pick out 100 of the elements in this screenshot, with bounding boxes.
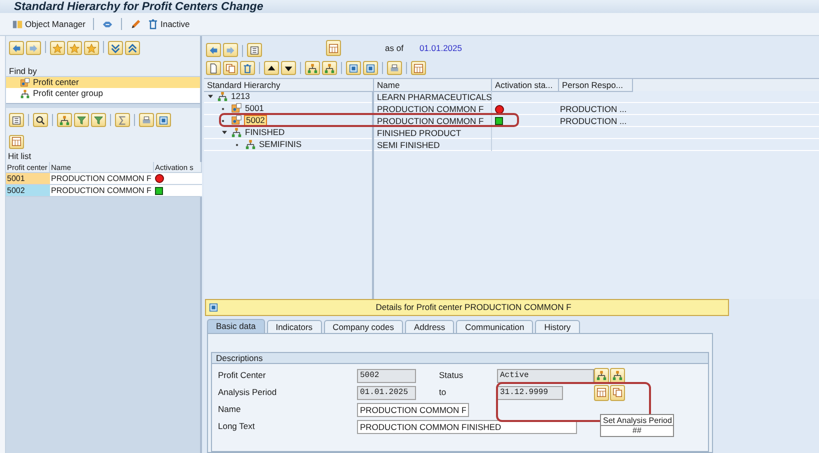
expand-button[interactable] [108, 41, 123, 55]
field-label: Analysis Period [218, 386, 278, 399]
tree-node[interactable]: SEMIFINIS [258, 138, 303, 151]
tab[interactable]: Indicators [266, 320, 322, 333]
table-icon [11, 136, 22, 147]
trash-icon [147, 18, 160, 30]
favorite-edit-button[interactable] [84, 41, 99, 55]
star-icon [86, 42, 97, 54]
table-icon [413, 62, 424, 74]
field-label: Profit Center [218, 369, 267, 382]
field-label: Name [218, 403, 242, 416]
tree-node[interactable]: FINISHED [244, 126, 286, 139]
profit-center-icon [231, 115, 242, 126]
table-cell: PRODUCTION COMMON F [50, 185, 154, 197]
find-by-item[interactable]: Profit center [6, 77, 200, 88]
filter-icon [76, 114, 87, 126]
square-icon [208, 302, 219, 313]
column-header: Name [374, 79, 492, 92]
set-period-button[interactable] [610, 384, 625, 400]
copy-button[interactable] [223, 61, 238, 75]
arrow-right-icon [225, 44, 236, 56]
hierarchy-icon [59, 114, 70, 126]
details-title: Details for Profit center PRODUCTION COMMON F [374, 301, 572, 314]
table-icon [596, 387, 607, 398]
star-icon [69, 42, 80, 54]
trash-icon [242, 62, 253, 74]
tab[interactable]: Basic data [207, 319, 265, 333]
tree-node[interactable]: 1213 [230, 90, 251, 103]
collapse-all-button[interactable] [363, 61, 378, 75]
add-node-button[interactable] [305, 61, 320, 75]
sum-button[interactable] [115, 113, 130, 127]
tooltip: Set Analysis Period [600, 414, 674, 426]
table-cell: PRODUCTION COMMON F [50, 173, 154, 185]
move-up-button[interactable] [264, 61, 279, 75]
readonly-field: 5002 [357, 368, 416, 382]
expand-all-button[interactable] [346, 61, 361, 75]
table-cell: SEMI FINISHED [374, 139, 492, 151]
column-header: Person Respo... [559, 79, 633, 92]
input-field[interactable]: PRODUCTION COMMON F [357, 402, 469, 416]
assign-button[interactable] [594, 368, 609, 384]
print-button[interactable] [139, 113, 154, 127]
add-child-button[interactable] [322, 61, 337, 75]
sort-filter-button[interactable] [74, 113, 89, 127]
period-button[interactable] [594, 384, 609, 400]
find-by-heading: Find by [6, 66, 200, 77]
tree-node[interactable]: 5001 [244, 102, 265, 115]
group-heading: Descriptions [212, 353, 708, 364]
hierarchy-icon [596, 370, 607, 381]
caret-down-icon[interactable] [208, 94, 213, 99]
pencil-button[interactable] [130, 18, 142, 30]
favorite-button[interactable] [67, 41, 82, 55]
table-cell: PRODUCTION COMMON F [374, 103, 492, 115]
field-label: Long Text [218, 420, 256, 433]
field-label: to [439, 386, 448, 399]
table-cell[interactable]: 5002 [6, 185, 50, 197]
input-field[interactable]: PRODUCTION COMMON FINISHED [357, 420, 577, 434]
tab[interactable]: History [535, 320, 580, 333]
list-icon [249, 44, 260, 56]
printer-icon [141, 114, 152, 126]
tree-node[interactable]: 5002 [244, 115, 267, 126]
tab[interactable]: Communication [456, 320, 534, 333]
layout-button[interactable] [9, 113, 24, 127]
hit-list-heading: Hit list [6, 151, 200, 162]
collapse-button[interactable] [125, 41, 140, 55]
table-cell[interactable]: 5001 [6, 173, 50, 185]
new-button[interactable] [206, 61, 221, 75]
delete-button[interactable] [240, 61, 255, 75]
object-manager-icon [12, 18, 23, 30]
export-button[interactable] [156, 113, 171, 127]
hierarchy-icon [612, 370, 623, 381]
detail-search-button[interactable] [33, 113, 48, 127]
column-header: Activation sta... [492, 79, 559, 92]
table-cell: PRODUCTION COMMON F [374, 115, 492, 127]
back-button[interactable] [9, 41, 24, 55]
star-icon [52, 42, 63, 54]
arrow-left-icon [11, 42, 22, 54]
caret-down-icon[interactable] [222, 130, 227, 135]
tab[interactable]: Company codes [324, 320, 403, 333]
column-header: Standard Hierarchy [204, 79, 374, 92]
table-cell-text: PRODUCTION ... [559, 115, 628, 127]
filter-icon [93, 114, 104, 126]
search-icon [35, 114, 46, 126]
readonly-field: Active [497, 368, 594, 382]
tab[interactable]: Address [404, 320, 454, 333]
as-of-label: as of [385, 42, 404, 55]
hierarchy-icon [20, 88, 30, 98]
sort-button[interactable] [57, 113, 72, 127]
hierarchy-icon [307, 62, 318, 74]
filter-button[interactable] [91, 113, 106, 127]
printer-icon [389, 62, 400, 74]
print-button[interactable] [387, 61, 402, 75]
object-manager-button[interactable]: Object Manager [12, 18, 86, 30]
hierarchy-icon [324, 62, 335, 74]
move-down-button[interactable] [281, 61, 296, 75]
list-button[interactable] [247, 43, 262, 57]
sigma-icon [117, 114, 128, 126]
square-icon [365, 62, 376, 74]
hierarchy-icon [217, 91, 228, 102]
add-favorite-button[interactable] [50, 41, 65, 55]
back-button[interactable] [206, 43, 221, 57]
